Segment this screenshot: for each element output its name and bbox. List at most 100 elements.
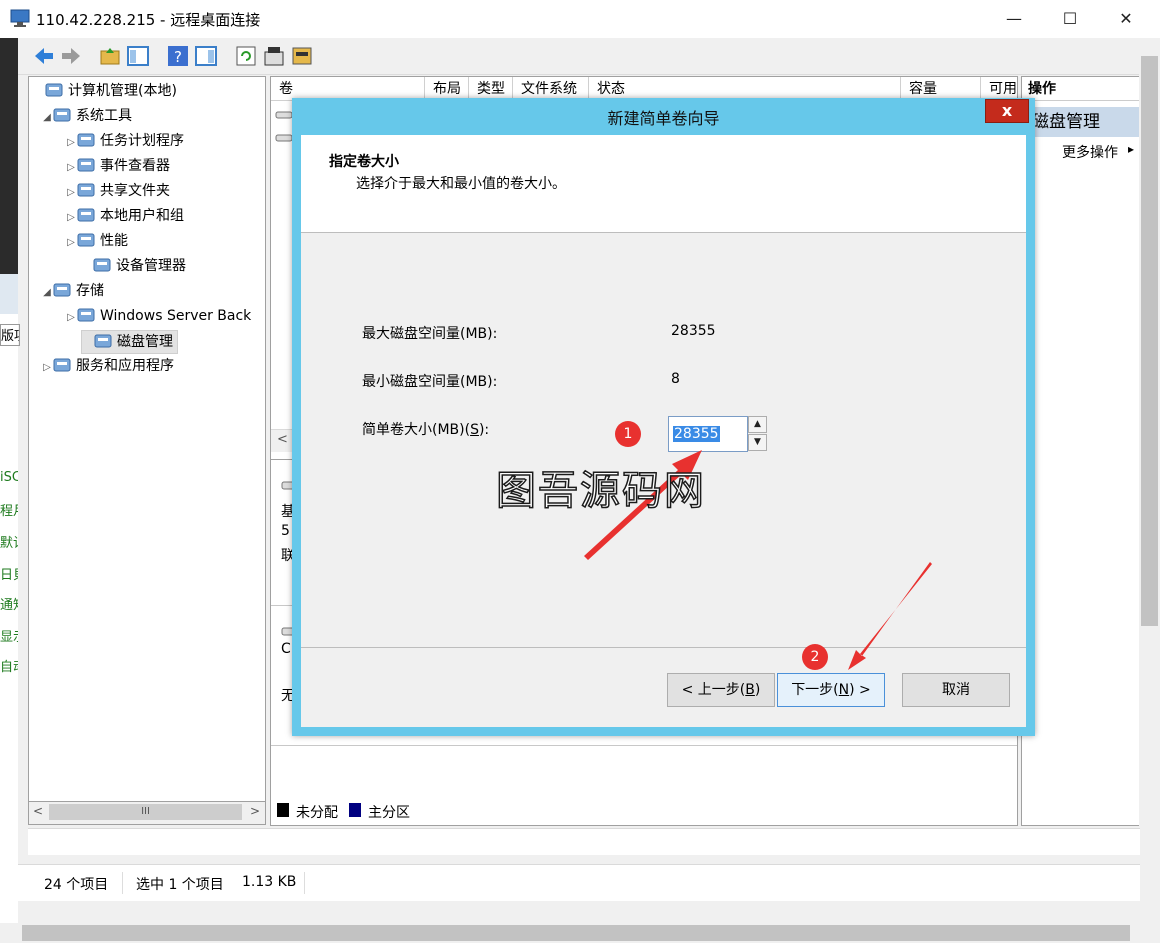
- actions-header: 操作: [1022, 77, 1140, 101]
- tree-expander-icon[interactable]: ▷: [65, 307, 77, 329]
- watermark: 图吾源码网: [495, 467, 706, 515]
- tree-expander-icon[interactable]: ▷: [65, 207, 77, 229]
- tree-item[interactable]: ▷ Windows Server Back: [65, 305, 251, 327]
- more-actions-link[interactable]: 更多操作: [1062, 142, 1118, 162]
- tree-item[interactable]: 磁盘管理: [81, 330, 178, 354]
- status-item-count: 24 个项目: [44, 877, 109, 893]
- max-space-value: 28355: [671, 323, 716, 339]
- tree-item-label: 服务和应用程序: [76, 358, 174, 374]
- tree-expander-icon[interactable]: ◢: [41, 282, 53, 304]
- scroll-left-arrow[interactable]: <: [277, 432, 288, 447]
- tree-item[interactable]: 计算机管理(本地): [33, 80, 177, 102]
- volume-size-label: 简单卷大小(MB)(S):: [362, 422, 490, 438]
- show-hide-action-pane-icon[interactable]: [194, 44, 218, 68]
- tree-item-label: Windows Server Back: [100, 308, 252, 324]
- new-simple-volume-wizard: 新建简单卷向导 x 指定卷大小 选择介于最大和最小值的卷大小。 最大磁盘空间量(…: [292, 98, 1035, 736]
- maximize-button[interactable]: ☐: [1047, 0, 1093, 38]
- tree-item-label: 磁盘管理: [117, 334, 173, 350]
- host-edge-line: iSC: [0, 470, 18, 485]
- computer-management-icon: [45, 82, 63, 98]
- show-hide-tree-icon[interactable]: [126, 44, 150, 68]
- bottom-panel: [28, 828, 1140, 855]
- status-divider: [122, 872, 123, 894]
- scroll-left-arrow[interactable]: <: [33, 804, 43, 818]
- tree-item[interactable]: 设备管理器: [81, 255, 186, 277]
- tree-item-label: 本地用户和组: [100, 208, 184, 224]
- minimize-button[interactable]: —: [991, 0, 1037, 38]
- tree-item-label: 设备管理器: [116, 258, 186, 274]
- volume-size-stepper[interactable]: 28355 ▲ ▼: [668, 416, 768, 452]
- mmc-toolbar: ?: [18, 38, 1140, 75]
- wizard-body: 指定卷大小 选择介于最大和最小值的卷大小。 最大磁盘空间量(MB): 28355…: [301, 135, 1026, 727]
- tree-scroll-thumb[interactable]: III: [49, 804, 242, 820]
- host-blue-area: [0, 274, 18, 314]
- back-button[interactable]: < 上一步(B): [667, 673, 775, 707]
- host-edge-line: 通知: [0, 598, 18, 613]
- windows-backup-icon: [77, 307, 95, 323]
- tree-expander-icon[interactable]: ▷: [65, 182, 77, 204]
- tree-item[interactable]: ▷ 事件查看器: [65, 155, 170, 177]
- spin-up-button[interactable]: ▲: [748, 416, 767, 433]
- annotation-badge-1: 1: [615, 421, 641, 447]
- svg-text:?: ?: [174, 48, 182, 66]
- tree-item[interactable]: ▷ 性能: [65, 230, 128, 252]
- tree-expander-icon[interactable]: ▷: [41, 357, 53, 379]
- disk-row-divider: [271, 745, 1017, 746]
- vertical-scroll-thumb[interactable]: [1141, 56, 1158, 626]
- legend-swatch-unallocated: [277, 803, 289, 817]
- tree-item-label: 任务计划程序: [100, 133, 184, 149]
- wizard-header: 指定卷大小 选择介于最大和最小值的卷大小。: [301, 135, 1026, 233]
- wizard-heading: 指定卷大小: [329, 154, 399, 170]
- tree-expander-icon[interactable]: ◢: [41, 107, 53, 129]
- forward-arrow-icon[interactable]: [59, 44, 83, 68]
- legend-label-primary: 主分区: [368, 805, 410, 821]
- refresh-icon[interactable]: [234, 44, 258, 68]
- wizard-footer-divider: [301, 647, 1026, 648]
- volume-size-input[interactable]: 28355: [668, 416, 748, 452]
- actions-pane: 操作 磁盘管理 更多操作 ▸: [1021, 76, 1141, 826]
- tree-item[interactable]: ◢ 系统工具: [41, 105, 132, 127]
- tree-item[interactable]: ◢ 存储: [41, 280, 104, 302]
- tree-item[interactable]: ▷ 共享文件夹: [65, 180, 170, 202]
- status-bar: 24 个项目 选中 1 个项目 1.13 KB: [18, 864, 1140, 901]
- host-edge-label: 版项: [0, 324, 20, 346]
- volume-drive-icon: [275, 111, 293, 119]
- tree-horizontal-scrollbar[interactable]: < III >: [28, 801, 266, 825]
- tree-expander-icon[interactable]: ▷: [65, 132, 77, 154]
- device-manager-icon: [93, 257, 111, 273]
- actions-section-disk-management[interactable]: 磁盘管理: [1022, 107, 1140, 137]
- close-window-button[interactable]: ✕: [1103, 0, 1149, 38]
- more-actions-arrow-icon: ▸: [1128, 142, 1135, 156]
- legend-swatch-primary: [349, 803, 361, 817]
- storage-icon: [53, 282, 71, 298]
- tree-item[interactable]: ▷ 任务计划程序: [65, 130, 184, 152]
- tree-expander-icon[interactable]: ▷: [65, 232, 77, 254]
- tree-item-label: 性能: [100, 233, 128, 249]
- tree-item-label: 系统工具: [76, 108, 132, 124]
- disk-settings-icon[interactable]: [290, 44, 314, 68]
- remote-desktop-icon: [10, 9, 30, 27]
- min-space-value: 8: [671, 371, 680, 387]
- host-edge-line: 默记: [0, 536, 18, 551]
- status-size: 1.13 KB: [242, 874, 297, 890]
- cancel-button[interactable]: 取消: [902, 673, 1010, 707]
- tree-item[interactable]: ▷ 服务和应用程序: [41, 355, 174, 377]
- back-arrow-icon[interactable]: [32, 44, 56, 68]
- up-folder-icon[interactable]: [98, 44, 122, 68]
- scroll-right-arrow[interactable]: >: [250, 804, 260, 818]
- host-edge-line: 显示: [0, 630, 18, 645]
- host-edge-line: 日貝: [0, 568, 18, 583]
- volume-drive-icon: [275, 134, 293, 142]
- horizontal-scroll-thumb[interactable]: [22, 925, 1130, 941]
- status-divider: [304, 872, 305, 894]
- disk1-line: C: [281, 641, 291, 657]
- properties-icon[interactable]: [262, 44, 286, 68]
- tree-item[interactable]: ▷ 本地用户和组: [65, 205, 184, 227]
- spin-down-button[interactable]: ▼: [748, 434, 767, 451]
- tree-item-label: 存储: [76, 283, 104, 299]
- window-title: 110.42.228.215 - 远程桌面连接: [36, 11, 261, 29]
- wizard-close-button[interactable]: x: [985, 99, 1029, 123]
- help-icon[interactable]: ?: [166, 44, 190, 68]
- next-button[interactable]: 下一步(N) >: [777, 673, 885, 707]
- tree-expander-icon[interactable]: ▷: [65, 157, 77, 179]
